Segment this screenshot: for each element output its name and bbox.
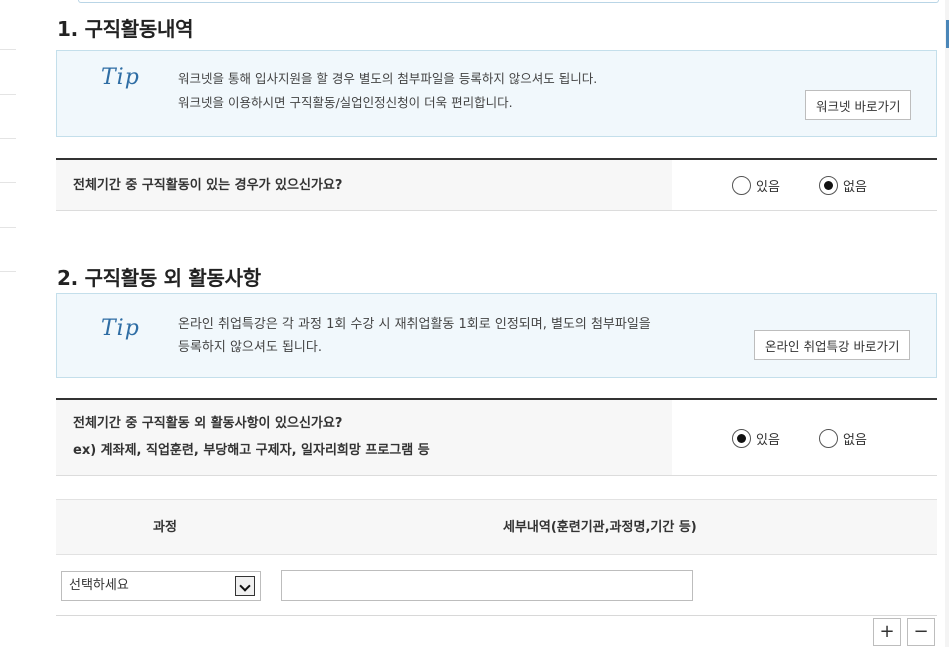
column-header-course: 과정 — [153, 520, 177, 535]
table-row-divider — [56, 615, 937, 616]
tip-line: 온라인 취업특강은 각 과정 1회 수강 시 재취업활동 1회로 인정되며, 별… — [178, 317, 651, 332]
tip-icon: Tip — [101, 316, 140, 341]
detail-input[interactable] — [281, 570, 693, 601]
tip-line: 워크넷을 이용하시면 구직활동/실업인정신청이 더욱 편리합니다. — [178, 95, 513, 110]
section1-tip-box: Tip 워크넷을 통해 입사지원을 할 경우 별도의 첨부파일을 등록하지 않으… — [56, 50, 937, 137]
question-cell: 전체기간 중 구직활동 외 활동사항이 있으신가요? ex) 계좌제, 직업훈련… — [56, 400, 672, 475]
left-divider — [0, 227, 16, 228]
course-select-value: 선택하세요 — [69, 578, 129, 593]
remove-row-button[interactable]: − — [907, 618, 935, 646]
radio-circle-selected[interactable] — [819, 176, 838, 195]
section2-title: 2. 구직활동 외 활동사항 — [57, 266, 261, 290]
right-scroll-track — [945, 0, 949, 647]
activity-table-header: 과정 세부내역(훈련기관,과정명,기간 등) — [56, 499, 937, 555]
section2-tip-box: Tip 온라인 취업특강은 각 과정 1회 수강 시 재취업활동 1회로 인정되… — [56, 293, 937, 378]
radio-label: 있음 — [756, 180, 780, 195]
radio-circle-selected[interactable] — [732, 429, 751, 448]
course-select[interactable]: 선택하세요 — [61, 571, 261, 601]
radio-yes[interactable]: 있음 — [732, 429, 780, 448]
worknet-link-button[interactable]: 워크넷 바로가기 — [805, 90, 912, 120]
tip-line: 워크넷을 통해 입사지원을 할 경우 별도의 첨부파일을 등록하지 않으셔도 됩… — [178, 71, 598, 86]
question-cell: 전체기간 중 구직활동이 있는 경우가 있으신가요? — [56, 160, 672, 210]
radio-label: 있음 — [756, 433, 780, 448]
question-example: ex) 계좌제, 직업훈련, 부당해고 구제자, 일자리희망 프로그램 등 — [73, 443, 430, 458]
chevron-down-icon[interactable] — [235, 576, 255, 596]
section2-question-row: 전체기간 중 구직활동 외 활동사항이 있으신가요? ex) 계좌제, 직업훈련… — [56, 398, 937, 476]
top-panel-edge — [78, 0, 939, 3]
radio-label: 없음 — [843, 180, 867, 195]
left-divider — [0, 182, 16, 183]
left-divider — [0, 271, 16, 272]
online-lecture-link-button[interactable]: 온라인 취업특강 바로가기 — [754, 330, 911, 360]
left-divider — [0, 94, 16, 95]
section1-question-row: 전체기간 중 구직활동이 있는 경우가 있으신가요? 있음 없음 — [56, 158, 937, 211]
left-divider — [0, 138, 16, 139]
tip-icon: Tip — [101, 65, 140, 90]
tip-line: 등록하지 않으셔도 됩니다. — [178, 340, 322, 355]
radio-circle[interactable] — [819, 429, 838, 448]
question-text: 전체기간 중 구직활동이 있는 경우가 있으신가요? — [73, 178, 343, 193]
section1-title: 1. 구직활동내역 — [57, 17, 194, 41]
radio-no[interactable]: 없음 — [819, 429, 867, 448]
radio-no[interactable]: 없음 — [819, 176, 867, 195]
add-row-button[interactable]: + — [873, 618, 901, 646]
column-header-detail: 세부내역(훈련기관,과정명,기간 등) — [503, 520, 697, 535]
question-text: 전체기간 중 구직활동 외 활동사항이 있으신가요? — [73, 416, 343, 431]
radio-label: 없음 — [843, 433, 867, 448]
radio-circle[interactable] — [732, 176, 751, 195]
left-divider — [0, 49, 16, 50]
radio-yes[interactable]: 있음 — [732, 176, 780, 195]
